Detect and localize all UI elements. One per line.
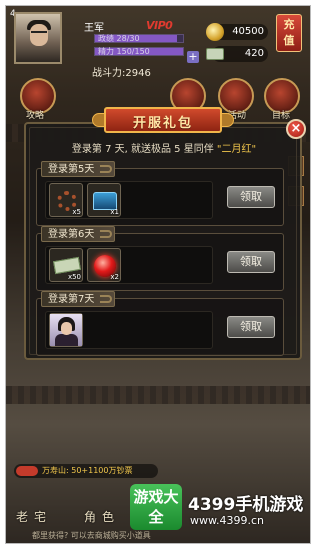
dialog-title-plate: 开服礼包 bbox=[92, 103, 234, 137]
stat-bar-2: 精力 150/150 bbox=[94, 47, 184, 56]
coin-icon bbox=[206, 23, 224, 41]
chat-channel-icon bbox=[16, 466, 38, 476]
close-icon[interactable]: × bbox=[286, 119, 306, 139]
guide-label: 攻略 bbox=[26, 111, 45, 121]
nav-home[interactable]: 老宅 bbox=[16, 508, 52, 525]
cash-stack-icon bbox=[53, 256, 81, 275]
nav-character[interactable]: 角色 bbox=[84, 508, 120, 525]
goals-label: 目标 bbox=[272, 111, 291, 121]
reward-item[interactable] bbox=[49, 313, 83, 347]
reward-day-tab: 登录第6天 bbox=[41, 226, 116, 242]
claim-button[interactable]: 领取 bbox=[227, 316, 275, 338]
claim-button[interactable]: 领取 bbox=[227, 186, 275, 208]
companion-portrait-icon bbox=[50, 314, 82, 346]
watermark-brand: 4399手机游戏 bbox=[188, 495, 304, 515]
reward-row-day6: 登录第6天 x50 x2 领取 bbox=[36, 226, 284, 291]
player-avatar[interactable] bbox=[14, 12, 62, 64]
vip-badge[interactable]: VIP0 bbox=[146, 19, 173, 32]
companion-name: "二月红" bbox=[216, 144, 257, 155]
game-screen: 4 王军 VIP0 政绩 28/30 精力 150/150 + 战斗力:2946… bbox=[5, 5, 311, 544]
add-energy-button[interactable]: + bbox=[187, 51, 199, 63]
reward-day-tab: 登录第5天 bbox=[41, 161, 116, 177]
claim-button[interactable]: 领取 bbox=[227, 251, 275, 273]
watermark-url: www.4399.cn bbox=[190, 514, 264, 527]
cash-counter: 420 bbox=[206, 46, 268, 62]
dialog-title: 开服礼包 bbox=[132, 116, 193, 131]
top-hud: 4 王军 VIP0 政绩 28/30 精力 150/150 + 战斗力:2946… bbox=[6, 6, 310, 84]
reward-row-day5: 登录第5天 x5 x1 领取 bbox=[36, 161, 284, 226]
stat-bar-1: 政绩 28/30 bbox=[94, 34, 184, 43]
reward-item[interactable]: x5 bbox=[49, 183, 83, 217]
cash-icon bbox=[206, 48, 224, 60]
combat-power: 战斗力:2946 bbox=[92, 68, 151, 79]
reward-item[interactable]: x2 bbox=[87, 248, 121, 282]
player-name: 王军 bbox=[84, 23, 104, 34]
watermark: 游戏大全 4399手机游戏 www.4399.cn bbox=[130, 484, 306, 532]
reward-day-tab: 登录第7天 bbox=[41, 291, 116, 307]
reward-item[interactable]: x50 bbox=[49, 248, 83, 282]
watermark-logo: 游戏大全 bbox=[130, 484, 182, 530]
recharge-button[interactable]: 充值 bbox=[276, 14, 302, 52]
reward-row-day7: 登录第7天 领取 bbox=[36, 291, 284, 356]
dialog-note: 登录第 7 天, 就送极品 5 星同伴 "二月红" bbox=[71, 144, 257, 155]
reward-item[interactable]: x1 bbox=[87, 183, 121, 217]
coin-counter: 40500 bbox=[206, 23, 268, 41]
chat-ticker[interactable]: 万寿山: 50+1100万钞票 bbox=[14, 464, 158, 478]
